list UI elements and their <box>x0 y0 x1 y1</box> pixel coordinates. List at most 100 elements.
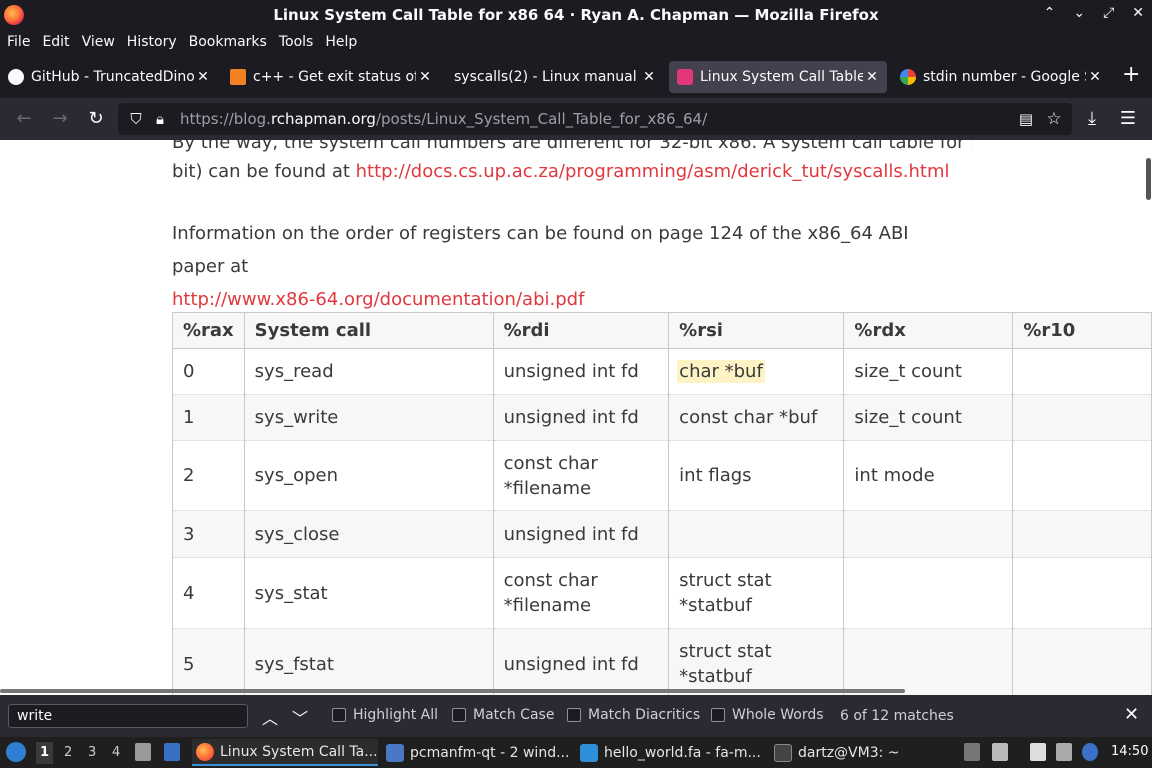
clipboard-icon[interactable] <box>1030 743 1046 761</box>
header-rdx: %rdx <box>843 312 1014 349</box>
find-previous-icon[interactable]: ︿ <box>262 705 278 729</box>
checkbox-box <box>332 708 346 722</box>
vertical-scrollbar[interactable] <box>1144 140 1152 695</box>
vscode-icon <box>580 743 598 762</box>
horizontal-scrollbar[interactable] <box>0 689 905 693</box>
match-count: 6 of 12 matches <box>840 708 954 724</box>
find-next-icon[interactable]: ﹀ <box>292 705 308 729</box>
page-content: By the way, the system call numbers are … <box>0 140 1152 695</box>
table-row: 2 sys_open const char *filename int flag… <box>172 440 1152 511</box>
taskbar: 1 2 3 4 Linux System Call Ta... pcmanfm-… <box>0 737 1152 768</box>
terminal-icon <box>774 743 792 762</box>
notification-icon[interactable] <box>1082 743 1098 761</box>
network-icon[interactable] <box>1056 743 1072 761</box>
tab-linux-syscall-table[interactable]: Linux System Call Table ✕ <box>669 61 887 93</box>
highlight-all-checkbox[interactable]: Highlight All <box>332 707 438 723</box>
hugo-icon <box>677 69 693 85</box>
workspace-2[interactable]: 2 <box>64 745 72 760</box>
header-rdi: %rdi <box>492 312 670 349</box>
task-firefox[interactable]: Linux System Call Ta... <box>192 739 378 766</box>
folder-icon <box>386 743 404 762</box>
whole-words-checkbox[interactable]: Whole Words <box>711 707 824 723</box>
table-row: 0 sys_read unsigned int fd char *buf siz… <box>172 348 1152 395</box>
maximize-icon[interactable]: ⤢ <box>1103 5 1114 21</box>
minimize-icon[interactable]: ⌃ <box>1044 5 1056 21</box>
menu-tools[interactable]: Tools <box>273 34 320 50</box>
lock-icon[interactable]: 🔒︎ <box>148 107 172 131</box>
match-diacritics-checkbox[interactable]: Match Diacritics <box>567 707 700 723</box>
find-highlight: char *buf <box>677 360 765 383</box>
tab-label: GitHub - TruncatedDinos <box>31 69 194 85</box>
reader-view-icon[interactable]: ▤ <box>1014 107 1038 131</box>
close-tab-icon[interactable]: ✕ <box>416 69 434 85</box>
volume-icon[interactable] <box>992 743 1008 761</box>
menu-edit[interactable]: Edit <box>36 34 75 50</box>
menu-help[interactable]: Help <box>319 34 363 50</box>
tab-github[interactable]: GitHub - TruncatedDinos ✕ <box>0 61 218 93</box>
shield-icon[interactable]: ⛉ <box>124 107 148 131</box>
github-icon <box>8 69 24 85</box>
scroll-thumb[interactable] <box>1146 158 1151 200</box>
start-menu-icon[interactable] <box>6 742 26 762</box>
table-row: 5 sys_fstat unsigned int fd struct stat … <box>172 628 1152 695</box>
close-window-icon[interactable]: ✕ <box>1132 5 1144 21</box>
menu-view[interactable]: View <box>76 34 121 50</box>
header-rax: %rax <box>172 312 245 349</box>
table-header-row: %rax System call %rdi %rsi %rdx %r10 <box>172 312 1152 349</box>
file-manager-launcher-icon[interactable] <box>135 743 151 761</box>
url-text[interactable]: https://blog.rchapman.org/posts/Linux_Sy… <box>180 110 707 128</box>
header-r10: %r10 <box>1012 312 1152 349</box>
new-tab-plus-icon[interactable]: + <box>1122 64 1140 86</box>
task-terminal[interactable]: dartz@VM3: ~ <box>774 739 960 766</box>
clock[interactable]: 14:50 <box>1111 744 1148 759</box>
task-pcmanfm[interactable]: pcmanfm-qt - 2 wind... <box>386 739 572 766</box>
show-desktop-icon[interactable] <box>164 743 180 761</box>
paragraph-abi: Information on the order of registers ca… <box>172 223 909 310</box>
url-bar[interactable]: ⛉ 🔒︎ https://blog.rchapman.org/posts/Lin… <box>118 103 1072 135</box>
menu-history[interactable]: History <box>121 34 183 50</box>
tab-google[interactable]: stdin number - Google S ✕ <box>892 61 1110 93</box>
workspace-4[interactable]: 4 <box>112 745 120 760</box>
paragraph-i386: bit) can be found at http://docs.cs.up.a… <box>172 161 950 182</box>
workspace-3[interactable]: 3 <box>88 745 96 760</box>
tab-syscalls-man[interactable]: syscalls(2) - Linux manual p ✕ <box>446 61 664 93</box>
eject-icon[interactable] <box>964 743 980 761</box>
docs-link[interactable]: http://docs.cs.up.ac.za/programming/asm/… <box>356 161 950 182</box>
tab-stackoverflow[interactable]: c++ - Get exit status of ✕ <box>222 61 440 93</box>
syscall-table: %rax System call %rdi %rsi %rdx %r10 0 s… <box>172 312 1152 695</box>
reload-icon[interactable]: ↻ <box>84 107 108 131</box>
table-row: 1 sys_write unsigned int fd const char *… <box>172 394 1152 441</box>
close-tab-icon[interactable]: ✕ <box>1086 69 1104 85</box>
close-find-bar-icon[interactable]: ✕ <box>1124 704 1139 725</box>
checkbox-box <box>711 708 725 722</box>
find-input[interactable] <box>8 704 248 728</box>
match-case-checkbox[interactable]: Match Case <box>452 707 554 723</box>
back-arrow-icon[interactable]: ← <box>12 107 36 131</box>
checkbox-box <box>452 708 466 722</box>
menu-bar: File Edit View History Bookmarks Tools H… <box>0 30 1152 54</box>
navigation-bar: ← → ↻ ⛉ 🔒︎ https://blog.rchapman.org/pos… <box>0 98 1152 140</box>
forward-arrow-icon[interactable]: → <box>48 107 72 131</box>
tab-label: c++ - Get exit status of <box>253 69 416 85</box>
abi-pdf-link[interactable]: http://www.x86-64.org/documentation/abi.… <box>172 289 584 310</box>
title-bar: Linux System Call Table for x86 64 · Rya… <box>0 0 1152 30</box>
tab-label: Linux System Call Table <box>700 69 863 85</box>
window-title: Linux System Call Table for x86 64 · Rya… <box>273 6 879 24</box>
close-tab-icon[interactable]: ✕ <box>863 69 881 85</box>
table-row: 4 sys_stat const char *filename struct s… <box>172 557 1152 629</box>
firefox-icon <box>196 742 214 761</box>
hamburger-menu-icon[interactable]: ☰ <box>1116 107 1140 131</box>
downloads-icon[interactable]: ⤓ <box>1080 107 1104 131</box>
workspace-1[interactable]: 1 <box>36 742 54 764</box>
google-icon <box>900 69 916 85</box>
header-system-call: System call <box>243 312 494 349</box>
bookmark-star-icon[interactable]: ☆ <box>1042 107 1066 131</box>
menu-bookmarks[interactable]: Bookmarks <box>183 34 273 50</box>
tab-label: stdin number - Google S <box>923 69 1086 85</box>
menu-file[interactable]: File <box>0 34 36 50</box>
close-tab-icon[interactable]: ✕ <box>194 69 212 85</box>
close-tab-icon[interactable]: ✕ <box>640 69 658 85</box>
restore-icon[interactable]: ⌄ <box>1073 5 1085 21</box>
header-rsi: %rsi <box>668 312 845 349</box>
task-vscode[interactable]: hello_world.fa - fa-m... <box>580 739 766 766</box>
